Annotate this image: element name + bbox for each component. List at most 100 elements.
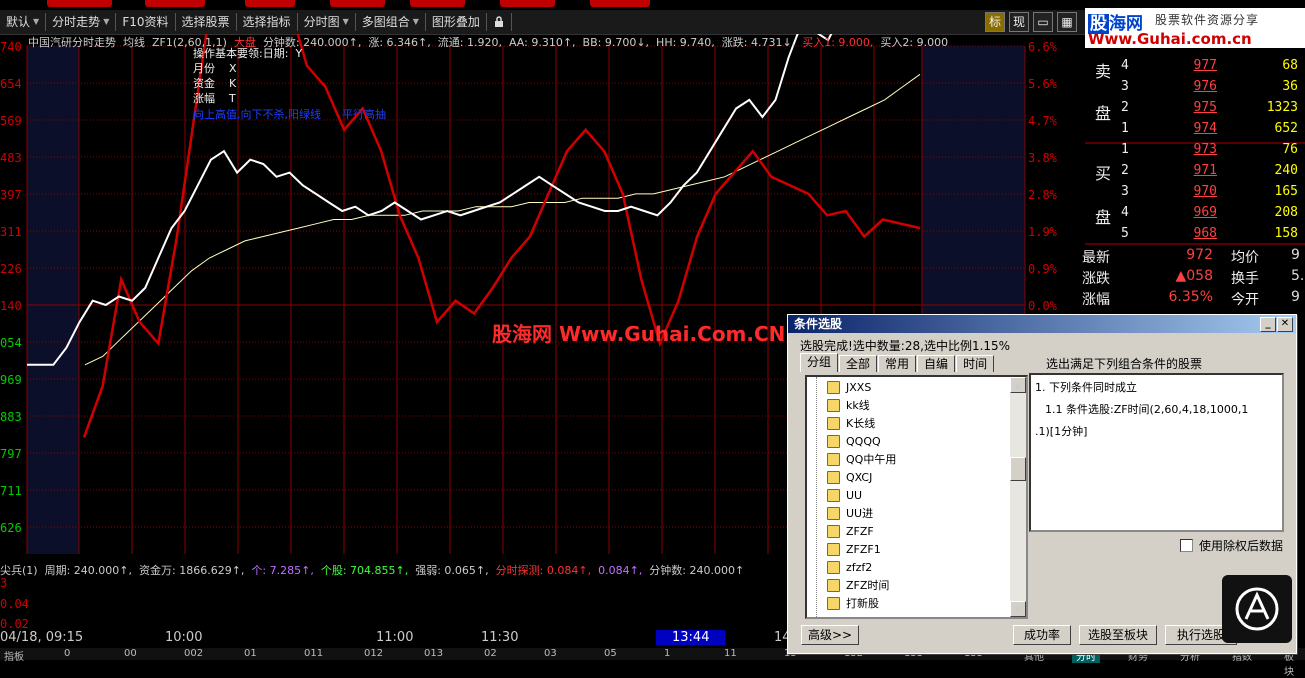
bottom-tab[interactable]: 05: [600, 648, 621, 659]
minimize-icon[interactable]: _: [1260, 317, 1276, 332]
top-tab-6[interactable]: [500, 0, 555, 7]
tab-all[interactable]: 全部: [839, 355, 878, 372]
current-button[interactable]: 现: [1009, 12, 1029, 32]
top-tab-4[interactable]: [330, 0, 385, 7]
volume: 158: [1274, 226, 1298, 241]
quote-field: 9: [1291, 247, 1300, 263]
conditions-list[interactable]: 1. 下列条件同时成立 1.1 条件选股:ZF时间(2,60,4,18,1000…: [1029, 373, 1284, 532]
sell-row[interactable]: 1 974 652: [1085, 121, 1305, 142]
advanced-button[interactable]: 高级>>: [801, 625, 859, 645]
y-axis-label: 226: [0, 262, 22, 276]
mark-button[interactable]: 标: [985, 12, 1005, 32]
bottom-tab[interactable]: 011: [300, 648, 327, 659]
tree-item[interactable]: ZFZ时间: [827, 576, 889, 594]
bottom-tab[interactable]: 11: [720, 648, 741, 659]
close-icon[interactable]: ✕: [1277, 317, 1293, 332]
toolbar-select-indicator[interactable]: 选择指标: [237, 13, 298, 31]
pct-axis-label: 6.6%: [1028, 40, 1057, 54]
toolbar-overlay[interactable]: 图形叠加: [426, 13, 487, 31]
tab-time[interactable]: 时间: [956, 355, 995, 372]
dialog-title-bar[interactable]: 条件选股 _ ✕: [788, 315, 1296, 333]
checkbox-box[interactable]: [1180, 539, 1193, 552]
tree-scrollbar[interactable]: ▲ ▼: [1010, 377, 1026, 617]
pct-axis-label: 0.9%: [1028, 262, 1057, 276]
chevron-down-icon: ▼: [103, 17, 110, 26]
folder-icon: [827, 380, 840, 394]
folder-icon: [827, 596, 840, 610]
top-tab-2[interactable]: [145, 0, 205, 7]
buy-row[interactable]: 2 971 240: [1085, 163, 1305, 184]
tree-item-label: ZFZ时间: [846, 579, 890, 592]
tree-item[interactable]: QXCJ: [827, 468, 872, 486]
toolbar-select-stock[interactable]: 选择股票: [176, 13, 237, 31]
tree-item[interactable]: ZFZF: [827, 522, 874, 540]
select-to-block-button[interactable]: 选股至板块: [1079, 625, 1157, 645]
top-tab-3[interactable]: [245, 0, 295, 7]
toolbar-intraday[interactable]: 分时走势 ▼: [46, 13, 117, 31]
toolbar-intraday-chart[interactable]: 分时图 ▼: [298, 13, 356, 31]
quote-field: 今开: [1231, 292, 1259, 308]
tree-item-label: UU: [846, 488, 863, 502]
quote-field: 9: [1291, 289, 1300, 305]
top-tab-5[interactable]: [410, 0, 465, 7]
tree-item[interactable]: kk线: [827, 396, 870, 414]
sell-row[interactable]: 4 977 68: [1085, 58, 1305, 79]
quote-row: 涨跌 ▲058 换手 5.38: [1082, 268, 1305, 289]
tab-common[interactable]: 常用: [878, 355, 917, 372]
tree-item[interactable]: 打新股: [827, 594, 879, 612]
toolbar-multi-chart[interactable]: 多图组合 ▼: [356, 13, 426, 31]
volume: 36: [1282, 79, 1298, 94]
bottom-tab[interactable]: 指板: [0, 648, 28, 663]
top-tab-7[interactable]: [590, 0, 650, 7]
toolbar-f10[interactable]: F10资料: [116, 13, 176, 31]
bottom-tab[interactable]: 002: [180, 648, 207, 659]
quote-row: 涨幅 6.35% 今开 9: [1082, 289, 1305, 310]
lock-icon[interactable]: [487, 13, 512, 31]
top-tab-1[interactable]: [47, 0, 112, 7]
toolbar-right-buttons: 标 现 ▭ ▦: [985, 10, 1085, 34]
tab-custom[interactable]: 自编: [917, 355, 956, 372]
scroll-down-icon[interactable]: ▼: [1010, 601, 1026, 617]
buy-row[interactable]: 4 969 208: [1085, 205, 1305, 226]
tree-item[interactable]: QQQQ: [827, 432, 881, 450]
sell-row[interactable]: 2 975 1323: [1085, 100, 1305, 121]
bottom-tab[interactable]: 00: [120, 648, 141, 659]
folder-icon: [827, 470, 840, 484]
window-icon[interactable]: ▭: [1033, 12, 1053, 32]
y-axis-label: 054: [0, 336, 22, 350]
folder-icon: [827, 488, 840, 502]
layout-icon[interactable]: ▦: [1057, 12, 1077, 32]
tree-item[interactable]: UU进: [827, 504, 873, 522]
tree-item[interactable]: UU: [827, 486, 862, 504]
y-axis-label: 654: [0, 77, 22, 91]
bottom-tab[interactable]: 03: [540, 648, 561, 659]
cursor-time-label: 13:44: [656, 630, 726, 645]
use-adjusted-data-checkbox[interactable]: 使用除权后数据: [1180, 537, 1283, 554]
tree-item[interactable]: JXXS: [827, 378, 871, 396]
bottom-tab[interactable]: 0: [60, 648, 74, 659]
sell-row[interactable]: 3 976 36: [1085, 79, 1305, 100]
success-rate-button[interactable]: 成功率: [1013, 625, 1071, 645]
tree-item[interactable]: ZFZF1: [827, 540, 881, 558]
scroll-up-icon[interactable]: ▲: [1010, 377, 1026, 393]
pct-axis-label: 5.6%: [1028, 77, 1057, 91]
y-axis-label: 140: [0, 299, 22, 313]
bottom-tab[interactable]: 012: [360, 648, 387, 659]
scroll-thumb[interactable]: [1010, 457, 1026, 481]
formula-tree[interactable]: JXXS kk线 K长线 QQQQ QQ中午用 QXCJ UU UU进 ZFZF ZFZF1 zfz…: [805, 375, 1028, 619]
buy-row[interactable]: 1 973 76: [1085, 142, 1305, 163]
level: 4: [1121, 58, 1129, 73]
bottom-tab[interactable]: 02: [480, 648, 501, 659]
buy-row[interactable]: 3 970 165: [1085, 184, 1305, 205]
y-axis-label: 483: [0, 151, 22, 165]
tree-item[interactable]: QQ中午用: [827, 450, 896, 468]
bottom-tab[interactable]: 01: [240, 648, 261, 659]
tree-item[interactable]: zfzf2: [827, 558, 872, 576]
bottom-tab[interactable]: 013: [420, 648, 447, 659]
buy-row[interactable]: 5 968 158: [1085, 226, 1305, 247]
tree-item[interactable]: K长线: [827, 414, 875, 432]
tab-group[interactable]: 分组: [800, 353, 839, 372]
bottom-tab[interactable]: 1: [660, 648, 674, 659]
toolbar-default[interactable]: 默认 ▼: [0, 13, 47, 31]
volume: 76: [1282, 142, 1298, 157]
